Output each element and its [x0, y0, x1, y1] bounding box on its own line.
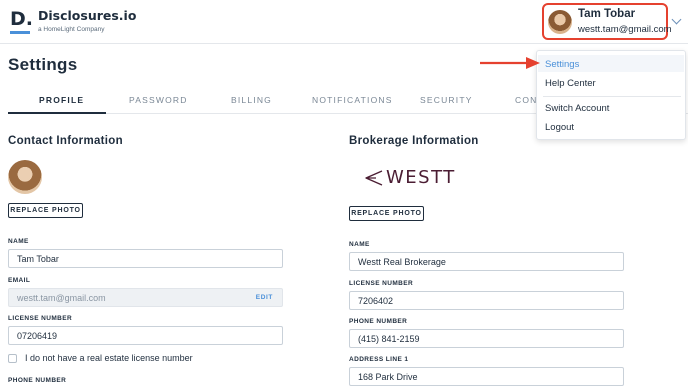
replace-photo-button[interactable]: REPLACE PHOTO: [8, 203, 83, 218]
phone-label: PHONE NUMBER: [8, 377, 67, 384]
menu-item-settings[interactable]: Settings: [545, 59, 579, 70]
brokerage-license-label: LICENSE NUMBER: [349, 280, 414, 287]
email-field: westt.tam@gmail.com EDIT: [8, 288, 283, 307]
no-license-label[interactable]: I do not have a real estate license numb…: [25, 353, 193, 363]
menu-item-help-center[interactable]: Help Center: [545, 78, 596, 89]
brokerage-name-field[interactable]: Westt Real Brokerage: [349, 252, 624, 271]
user-menu-button[interactable]: Tam Tobar westt.tam@gmail.com: [542, 3, 672, 40]
brokerage-phone-field[interactable]: (415) 841-2159: [349, 329, 624, 348]
contact-section-title: Contact Information: [8, 135, 123, 147]
email-value: westt.tam@gmail.com: [17, 292, 106, 303]
brokerage-section-title: Brokerage Information: [349, 135, 479, 147]
logo-subtitle: a HomeLight Company: [38, 26, 105, 33]
brokerage-logo-text: WESTT: [386, 167, 456, 188]
name-field[interactable]: Tam Tobar: [8, 249, 283, 268]
app-logo[interactable]: D. Disclosures.io a HomeLight Company: [10, 9, 136, 35]
brokerage-phone-label: PHONE NUMBER: [349, 318, 408, 325]
address-line1-field[interactable]: 168 Park Drive: [349, 367, 624, 386]
tab-notifications[interactable]: NOTIFICATIONS: [312, 95, 393, 105]
email-label: EMAIL: [8, 277, 31, 284]
license-number-field[interactable]: 07206419: [8, 326, 283, 345]
user-name: Tam Tobar: [578, 8, 636, 20]
user-dropdown-menu: Settings Help Center Switch Account Logo…: [536, 50, 686, 140]
avatar: [548, 9, 572, 34]
brokerage-name-label: NAME: [349, 241, 370, 248]
user-email: westt.tam@gmail.com: [578, 24, 672, 35]
profile-photo: [8, 160, 42, 194]
tab-password[interactable]: PASSWORD: [129, 95, 188, 105]
address-line1-label: ADDRESS LINE 1: [349, 356, 409, 363]
edit-email-link[interactable]: EDIT: [256, 294, 273, 301]
top-bar: D. Disclosures.io a HomeLight Company Ta…: [0, 0, 688, 44]
tab-profile[interactable]: PROFILE: [39, 95, 84, 105]
brokerage-license-field[interactable]: 7206402: [349, 291, 624, 310]
name-label: NAME: [8, 238, 29, 245]
annotation-arrow-icon: [480, 57, 540, 69]
license-label: LICENSE NUMBER: [8, 315, 73, 322]
logo-name: Disclosures.io: [38, 8, 137, 23]
replace-brokerage-photo-button[interactable]: REPLACE PHOTO: [349, 206, 424, 221]
active-tab-indicator: [8, 112, 106, 114]
menu-item-switch-account[interactable]: Switch Account: [545, 103, 609, 114]
page-title: Settings: [8, 55, 78, 74]
brokerage-logo: WESTT: [365, 168, 456, 188]
menu-item-logout[interactable]: Logout: [545, 122, 574, 133]
logo-mark: D.: [10, 9, 33, 35]
tab-billing[interactable]: BILLING: [231, 95, 272, 105]
menu-divider: [543, 96, 681, 97]
tab-security[interactable]: SECURITY: [420, 95, 473, 105]
chevron-down-icon[interactable]: [671, 14, 682, 25]
no-license-checkbox[interactable]: [8, 354, 17, 363]
paper-plane-icon: [365, 170, 383, 186]
